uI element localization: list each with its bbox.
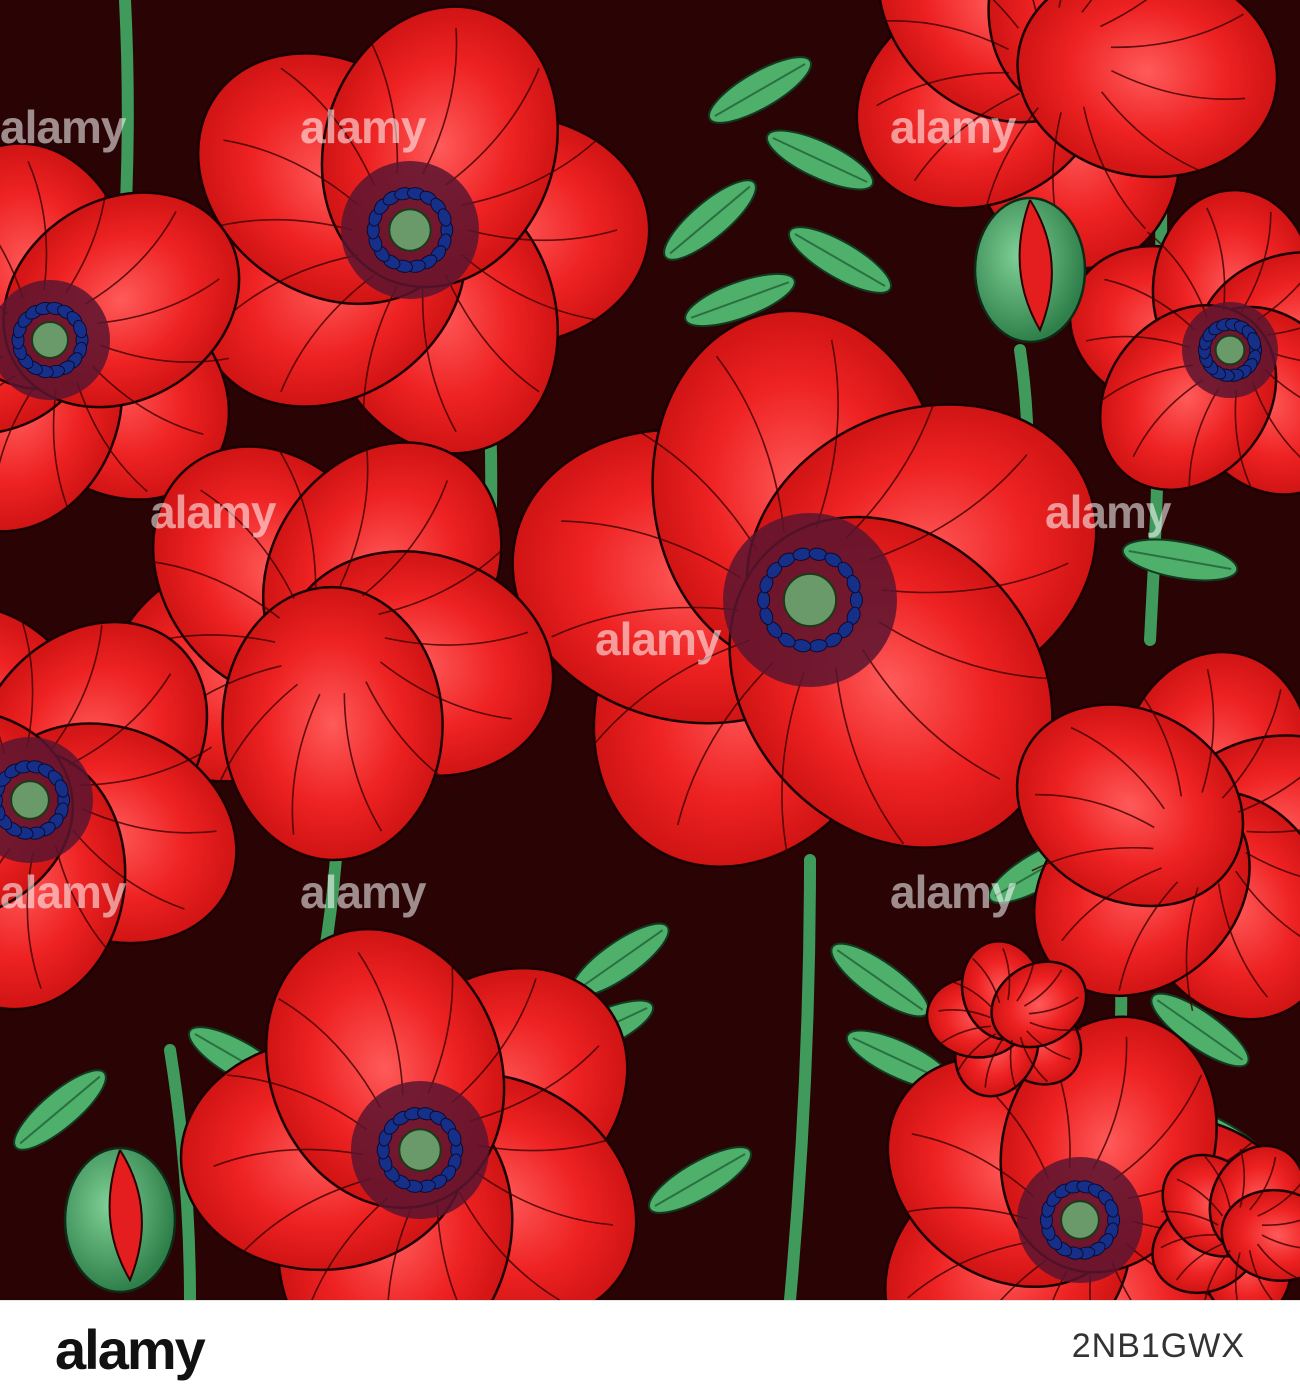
- poppy-pattern-artwork: [0, 0, 1300, 1300]
- stock-footer-bar: alamy 2NB1GWX: [0, 1300, 1300, 1391]
- poppy-seed-head: [399, 1129, 440, 1170]
- poppy-bud: [65, 1148, 175, 1292]
- poppy-seed-head: [784, 574, 836, 626]
- image-id-label: 2NB1GWX: [1072, 1327, 1245, 1366]
- alamy-logo: alamy: [55, 1317, 204, 1382]
- poppy-stamen: [850, 591, 862, 609]
- poppy-seed-head: [1061, 1201, 1099, 1239]
- poppy-seed-head: [11, 781, 49, 819]
- poppy-seed-head: [389, 209, 430, 250]
- poppy-seed-head: [32, 322, 68, 358]
- poppy-stamen: [758, 591, 770, 609]
- poppy-seed-head: [1216, 336, 1245, 365]
- poppy-bud: [975, 198, 1085, 342]
